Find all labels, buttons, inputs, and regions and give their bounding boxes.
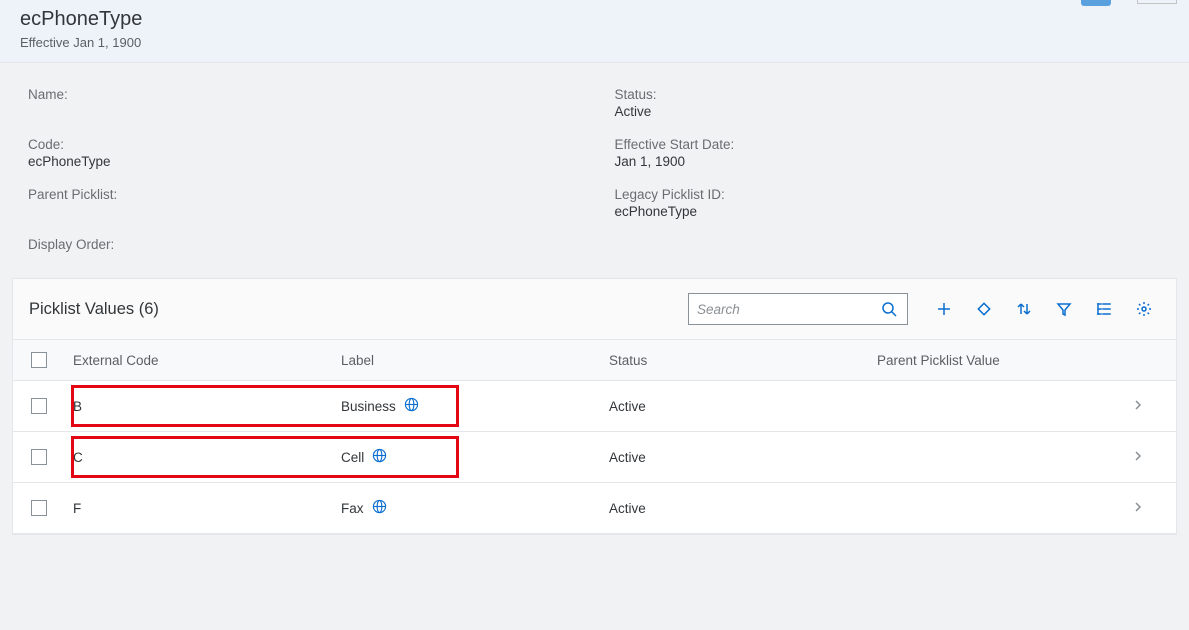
globe-icon[interactable] [404, 397, 419, 415]
expand-icon[interactable] [968, 296, 1000, 322]
field-effective-value: Jan 1, 1900 [615, 154, 1162, 169]
select-all-checkbox[interactable] [31, 352, 47, 368]
cell-status: Active [609, 399, 877, 414]
search-icon[interactable] [879, 296, 899, 322]
panel-title: Picklist Values (6) [29, 300, 688, 319]
col-status: Status [609, 353, 877, 368]
field-legacy-value: ecPhoneType [615, 204, 1162, 219]
field-code: Code: ecPhoneType [28, 137, 575, 169]
settings-icon[interactable] [1128, 296, 1160, 322]
col-parent-value: Parent Picklist Value [877, 353, 1132, 368]
field-code-value: ecPhoneType [28, 154, 575, 169]
panel-header: Picklist Values (6) [13, 279, 1176, 340]
details-icon[interactable] [1088, 296, 1120, 322]
chevron-right-icon[interactable] [1132, 501, 1172, 516]
sort-icon[interactable] [1008, 296, 1040, 322]
field-parent: Parent Picklist: [28, 187, 575, 219]
cell-external-code: F [73, 501, 341, 516]
globe-icon[interactable] [372, 448, 387, 466]
chevron-right-icon[interactable] [1132, 399, 1172, 414]
field-legacy-label: Legacy Picklist ID: [615, 187, 1162, 202]
row-checkbox[interactable] [31, 500, 47, 516]
search-box[interactable] [688, 293, 908, 325]
table-row[interactable]: B Business Active [13, 381, 1176, 432]
table-row[interactable]: C Cell Active [13, 432, 1176, 483]
row-checkbox[interactable] [31, 449, 47, 465]
field-name: Name: [28, 87, 575, 119]
field-status-label: Status: [615, 87, 1162, 102]
field-code-label: Code: [28, 137, 575, 152]
col-external-code: External Code [73, 353, 341, 368]
cell-label: Fax [341, 501, 364, 516]
field-effective-label: Effective Start Date: [615, 137, 1162, 152]
chevron-right-icon[interactable] [1132, 450, 1172, 465]
search-input[interactable] [697, 302, 879, 317]
page-title: ecPhoneType [20, 8, 1169, 31]
field-effective: Effective Start Date: Jan 1, 1900 [615, 137, 1162, 169]
table-header: External Code Label Status Parent Pickli… [13, 340, 1176, 381]
add-button[interactable] [928, 296, 960, 322]
field-status-value: Active [615, 104, 1162, 119]
picklist-values-panel: Picklist Values (6) External Code Labe [12, 278, 1177, 535]
cell-label: Business [341, 399, 396, 414]
field-parent-label: Parent Picklist: [28, 187, 575, 202]
col-label: Label [341, 353, 609, 368]
field-display-order: Display Order: [28, 237, 575, 254]
field-display-order-label: Display Order: [28, 237, 575, 252]
field-status: Status: Active [615, 87, 1162, 119]
globe-icon[interactable] [372, 499, 387, 517]
cell-status: Active [609, 501, 877, 516]
field-legacy: Legacy Picklist ID: ecPhoneType [615, 187, 1162, 219]
table-row[interactable]: F Fax Active [13, 483, 1176, 534]
cell-status: Active [609, 450, 877, 465]
cell-label: Cell [341, 450, 364, 465]
header-accent-outline [1137, 0, 1177, 4]
page-header: ecPhoneType Effective Jan 1, 1900 [0, 0, 1189, 63]
filter-icon[interactable] [1048, 296, 1080, 322]
field-name-label: Name: [28, 87, 575, 102]
header-accent [1081, 0, 1111, 6]
details-grid: Name: Status: Active Code: ecPhoneType E… [0, 63, 1189, 278]
row-checkbox[interactable] [31, 398, 47, 414]
cell-external-code: B [73, 399, 341, 414]
page-subtitle: Effective Jan 1, 1900 [20, 35, 1169, 50]
cell-external-code: C [73, 450, 341, 465]
